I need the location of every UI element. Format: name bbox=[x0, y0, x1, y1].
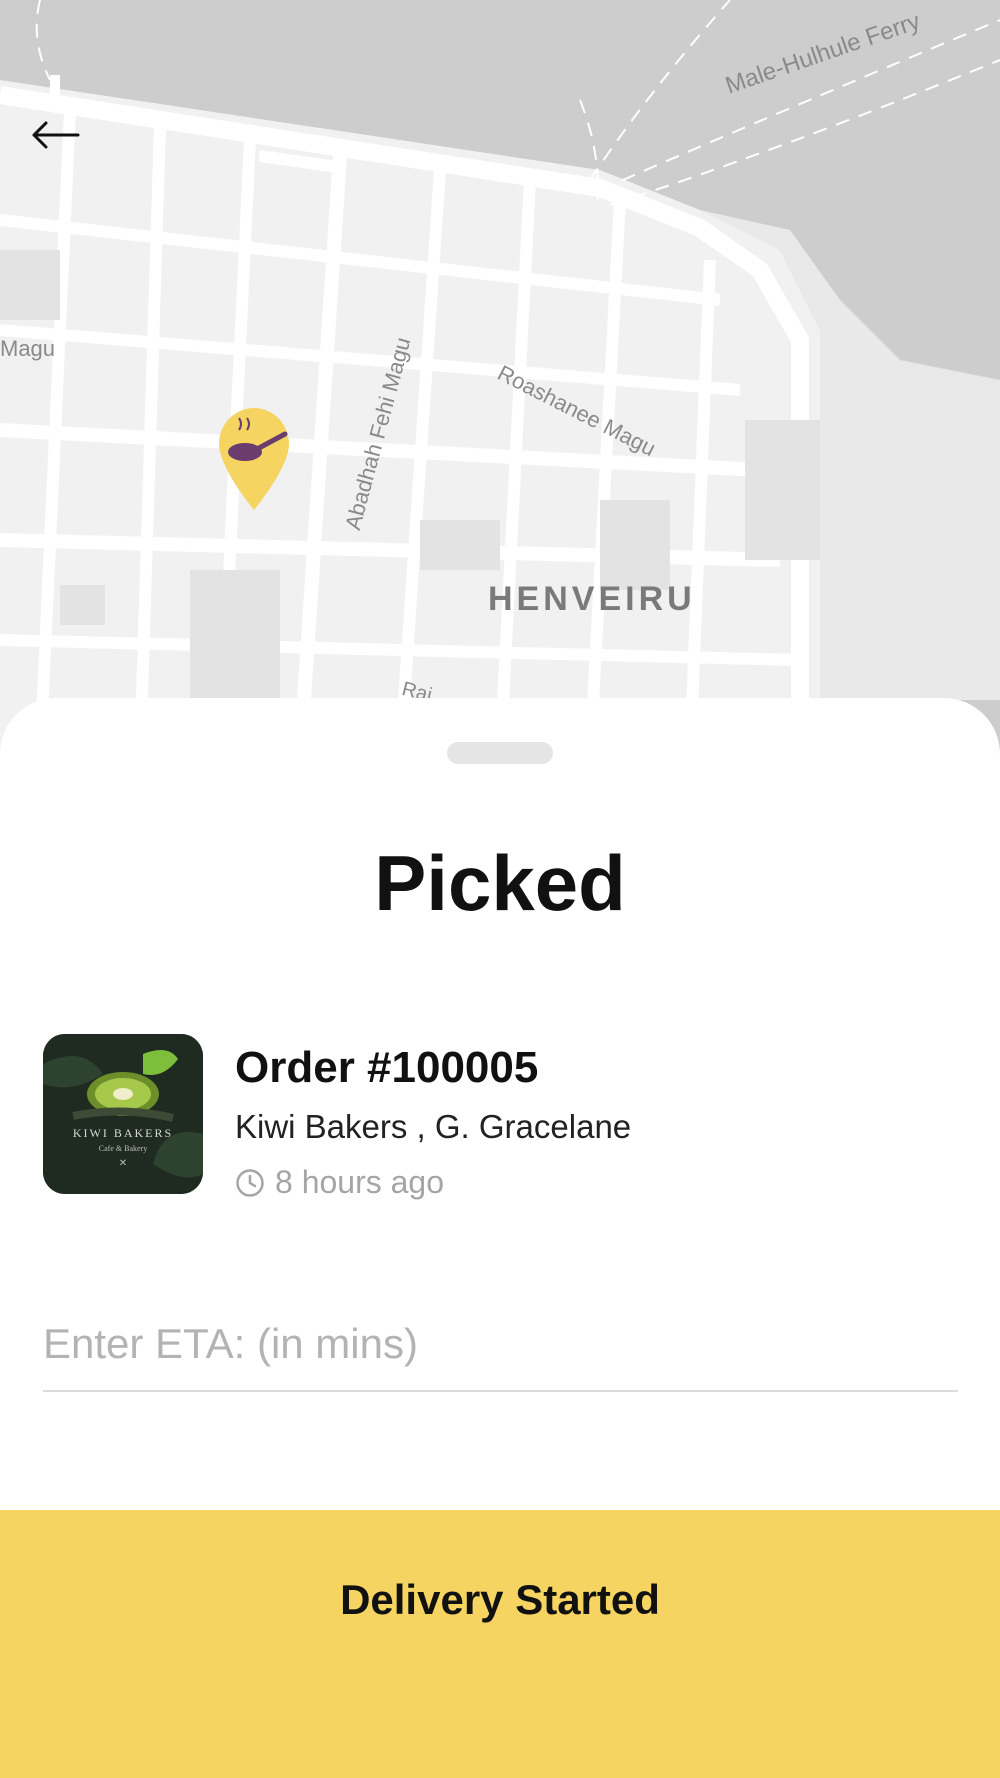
clock-icon bbox=[236, 1168, 264, 1197]
delivery-started-label: Delivery Started bbox=[340, 1576, 660, 1623]
svg-text:Cafe & Bakery: Cafe & Bakery bbox=[99, 1144, 147, 1153]
order-restaurant: Kiwi Bakers , G. Gracelane bbox=[235, 1108, 632, 1145]
delivery-started-button[interactable]: Delivery Started bbox=[0, 1510, 1000, 1778]
order-sheet: Picked KIWI BAKERS Cafe & Bakery ✕ Order… bbox=[0, 698, 1000, 1778]
eta-input[interactable] bbox=[43, 1298, 958, 1392]
restaurant-location-pin[interactable] bbox=[217, 406, 291, 512]
order-time: 8 hours ago bbox=[275, 1164, 445, 1200]
map-view[interactable]: Male-Hulhule Ferry Magu Abadhah Fehi Mag… bbox=[0, 0, 1000, 760]
order-time-row: 8 hours ago bbox=[235, 1164, 444, 1201]
order-number: Order #100005 bbox=[235, 1043, 539, 1092]
sheet-handle[interactable] bbox=[447, 742, 553, 764]
frying-pan-icon bbox=[219, 408, 289, 510]
kiwi-bakers-logo: KIWI BAKERS Cafe & Bakery ✕ bbox=[43, 1034, 203, 1194]
svg-text:✕: ✕ bbox=[119, 1158, 127, 1169]
svg-text:KIWI BAKERS: KIWI BAKERS bbox=[73, 1126, 173, 1140]
back-button[interactable] bbox=[30, 120, 90, 170]
restaurant-thumbnail: KIWI BAKERS Cafe & Bakery ✕ bbox=[43, 1034, 203, 1194]
map-label-magu: Magu bbox=[0, 336, 56, 361]
map-label-district: HENVEIRU bbox=[488, 580, 696, 618]
order-status-title: Picked bbox=[374, 839, 626, 927]
arrow-left-icon bbox=[32, 121, 80, 149]
